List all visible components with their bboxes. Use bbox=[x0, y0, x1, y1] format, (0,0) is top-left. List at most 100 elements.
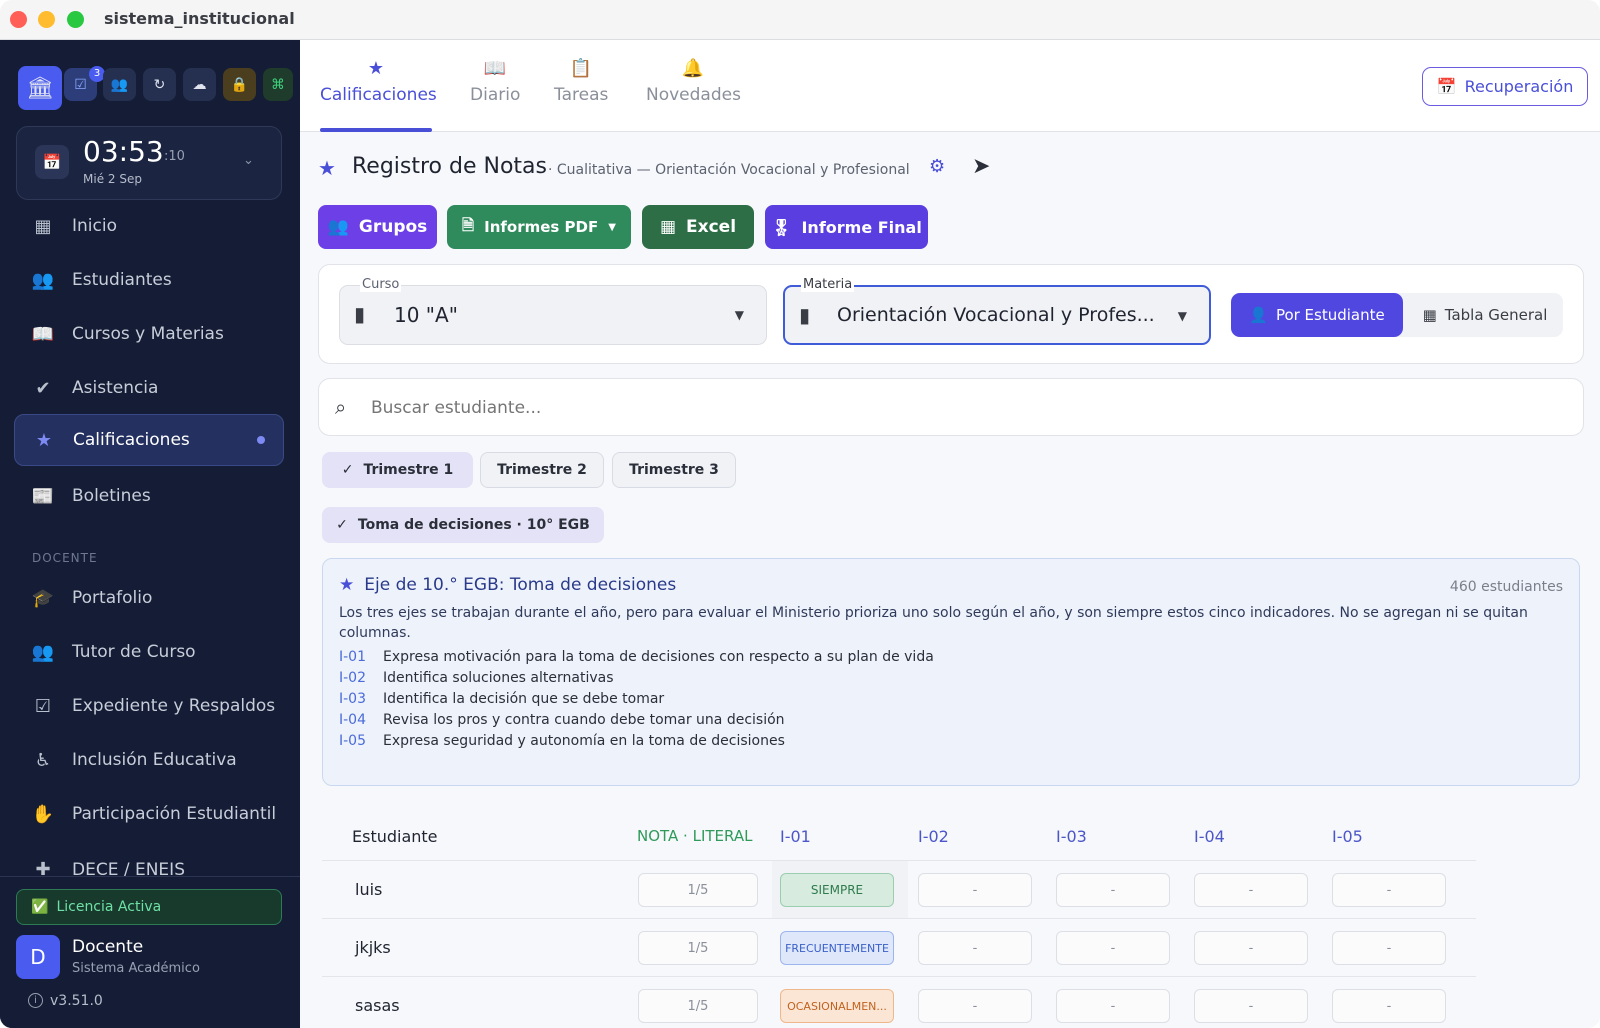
book-open-icon: 📖 bbox=[483, 58, 507, 79]
i02-cell[interactable]: - bbox=[918, 931, 1032, 965]
tab-calificaciones[interactable]: ★ Calificaciones bbox=[320, 58, 437, 105]
table-icon: ▦ bbox=[1422, 306, 1437, 324]
plugin-icon[interactable]: ⌘ bbox=[263, 68, 293, 101]
informe-final-button[interactable]: 🎖 Informe Final bbox=[765, 205, 928, 249]
avatar[interactable]: D bbox=[16, 935, 60, 979]
i05-cell[interactable]: - bbox=[1332, 873, 1446, 907]
indicator-row: I-04 Revisa los pros y contra cuando debe… bbox=[339, 712, 1563, 728]
term-chip-2[interactable]: Trimestre 2 bbox=[480, 452, 604, 488]
license-badge: ✅ Licencia Activa bbox=[16, 889, 282, 925]
indicator-code: I-05 bbox=[339, 733, 366, 749]
indicator-badge[interactable]: OCASIONALMEN... bbox=[780, 989, 894, 1023]
calendar-clock-icon: 📅 bbox=[1436, 77, 1457, 96]
axis-description: Los tres ejes se trabajan durante el año… bbox=[339, 605, 1528, 641]
sidebar-item-inclusion[interactable]: ♿ Inclusión Educativa bbox=[14, 734, 284, 786]
pdf-icon: 🗎 bbox=[462, 215, 475, 234]
sidebar-item-boletines[interactable]: 📰 Boletines bbox=[14, 470, 284, 522]
student-name: sasas bbox=[355, 996, 400, 1015]
clock-seconds: :10 bbox=[164, 149, 185, 164]
i03-cell[interactable]: - bbox=[1056, 873, 1170, 907]
sidebar-item-label: Inicio bbox=[72, 216, 117, 236]
cloud-icon[interactable]: ☁ bbox=[183, 68, 216, 101]
chevron-down-icon[interactable]: ⌄ bbox=[243, 153, 254, 168]
table-row: luis 1/5 SIEMPRE - - - - bbox=[322, 860, 1476, 918]
informes-pdf-button[interactable]: 🗎 Informes PDF ▼ bbox=[447, 205, 631, 249]
i05-cell[interactable]: - bbox=[1332, 989, 1446, 1023]
refresh-icon[interactable]: ↻ bbox=[143, 68, 176, 101]
sidebar-item-inicio[interactable]: ▦ Inicio bbox=[14, 200, 284, 252]
indicator-code: I-01 bbox=[339, 649, 366, 665]
column-header-i03: I-03 bbox=[1056, 827, 1087, 846]
grade-cell[interactable]: 1/5 bbox=[638, 989, 758, 1023]
indicator-text: Identifica la decisión que se debe tomar bbox=[383, 691, 665, 707]
tab-label: Tareas bbox=[554, 85, 609, 105]
tab-tareas[interactable]: 📋 Tareas bbox=[554, 58, 608, 105]
sidebar-item-tutor[interactable]: 👥 Tutor de Curso bbox=[14, 626, 284, 678]
sidebar-item-estudiantes[interactable]: 👥 Estudiantes bbox=[14, 254, 284, 306]
indicator-badge[interactable]: FRECUENTEMENTE bbox=[780, 931, 894, 965]
zoom-window-button[interactable] bbox=[67, 11, 84, 28]
tab-diario[interactable]: 📖 Diario bbox=[470, 58, 520, 105]
users-icon[interactable]: 👥 bbox=[103, 68, 136, 101]
i02-cell[interactable]: - bbox=[918, 873, 1032, 907]
clock-date: Mié 2 Sep bbox=[83, 172, 142, 186]
book-icon: 📖 bbox=[31, 323, 55, 345]
minimize-window-button[interactable] bbox=[38, 11, 55, 28]
axis-chip[interactable]: ✓ Toma de decisiones · 10° EGB bbox=[322, 507, 604, 543]
materia-select[interactable]: Materia ▮ Orientación Vocacional y Profe… bbox=[783, 277, 1211, 345]
axis-count: 460 estudiantes bbox=[1449, 579, 1563, 595]
sidebar-item-calificaciones[interactable]: ★ Calificaciones bbox=[14, 414, 284, 466]
user-role: Sistema Académico bbox=[72, 961, 200, 976]
indicator-row: I-02 Identifica soluciones alternativas bbox=[339, 670, 1563, 686]
check-icon: ✓ bbox=[341, 462, 354, 478]
calendar-icon: 📅 bbox=[35, 145, 69, 179]
grupos-label: Grupos bbox=[358, 217, 428, 237]
institution-icon[interactable]: 🏛 bbox=[18, 66, 62, 110]
term-chip-3[interactable]: Trimestre 3 bbox=[612, 452, 736, 488]
indicator-text: Identifica soluciones alternativas bbox=[383, 670, 614, 686]
star-icon: ★ bbox=[367, 58, 385, 79]
caret-down-icon: ▼ bbox=[1177, 309, 1187, 323]
grade-cell[interactable]: 1/5 bbox=[638, 931, 758, 965]
recovery-label: Recuperación bbox=[1464, 77, 1574, 96]
table-row: jkjks 1/5 FRECUENTEMENTE - - - - bbox=[322, 918, 1476, 976]
curso-select[interactable]: Curso ▮ 10 "A" ▼ bbox=[339, 277, 767, 345]
send-icon[interactable]: ➤ bbox=[972, 154, 990, 179]
caret-down-icon: ▼ bbox=[734, 308, 744, 322]
term-chip-1[interactable]: ✓ Trimestre 1 bbox=[322, 452, 473, 488]
sidebar-item-portafolio[interactable]: 🎓 Portafolio bbox=[14, 572, 284, 624]
sidebar-item-dece[interactable]: ✚ DECE / ENEIS bbox=[14, 840, 284, 880]
indicator-badge[interactable]: SIEMPRE bbox=[780, 873, 894, 907]
search-bar[interactable]: ⌕ bbox=[318, 378, 1584, 436]
i04-cell[interactable]: - bbox=[1194, 873, 1308, 907]
tabla-general-button[interactable]: ▦ Tabla General bbox=[1407, 293, 1563, 337]
lock-icon[interactable]: 🔒 bbox=[223, 68, 256, 101]
i05-cell[interactable]: - bbox=[1332, 931, 1446, 965]
clock-widget[interactable]: 📅 03:53 :10 Mié 2 Sep ⌄ bbox=[16, 126, 282, 200]
excel-button[interactable]: ▦ Excel bbox=[642, 205, 754, 249]
i04-cell[interactable]: - bbox=[1194, 989, 1308, 1023]
indicator-row: I-05 Expresa seguridad y autonomía en la … bbox=[339, 733, 1563, 749]
i03-cell[interactable]: - bbox=[1056, 989, 1170, 1023]
i03-cell[interactable]: - bbox=[1056, 931, 1170, 965]
grupos-button[interactable]: 👥 Grupos bbox=[318, 205, 437, 249]
i02-cell[interactable]: - bbox=[918, 989, 1032, 1023]
school-icon: 🎓 bbox=[31, 587, 55, 609]
column-header-i04: I-04 bbox=[1194, 827, 1225, 846]
sidebar-item-expediente[interactable]: ☑ Expediente y Respaldos bbox=[14, 680, 284, 732]
column-header-i01: I-01 bbox=[780, 827, 811, 846]
sidebar-item-cursos[interactable]: 📖 Cursos y Materias bbox=[14, 308, 284, 360]
i04-cell[interactable]: - bbox=[1194, 931, 1308, 965]
accessibility-icon: ♿ bbox=[34, 749, 52, 771]
grade-cell[interactable]: 1/5 bbox=[638, 873, 758, 907]
por-estudiante-button[interactable]: 👤 Por Estudiante bbox=[1231, 293, 1403, 337]
search-input[interactable] bbox=[371, 393, 1551, 423]
sidebar-item-participacion[interactable]: ✋ Participación Estudiantil bbox=[14, 788, 284, 840]
sidebar-item-asistencia[interactable]: ✔ Asistencia bbox=[14, 362, 284, 414]
recovery-button[interactable]: 📅 Recuperación bbox=[1422, 67, 1588, 106]
tab-novedades[interactable]: 🔔 Novedades bbox=[646, 58, 741, 105]
indicator-row: I-03 Identifica la decisión que se debe t… bbox=[339, 691, 1563, 707]
close-window-button[interactable] bbox=[10, 11, 27, 28]
por-estudiante-label: Por Estudiante bbox=[1275, 306, 1385, 324]
filter-settings-icon[interactable]: ⚙ bbox=[929, 156, 945, 177]
